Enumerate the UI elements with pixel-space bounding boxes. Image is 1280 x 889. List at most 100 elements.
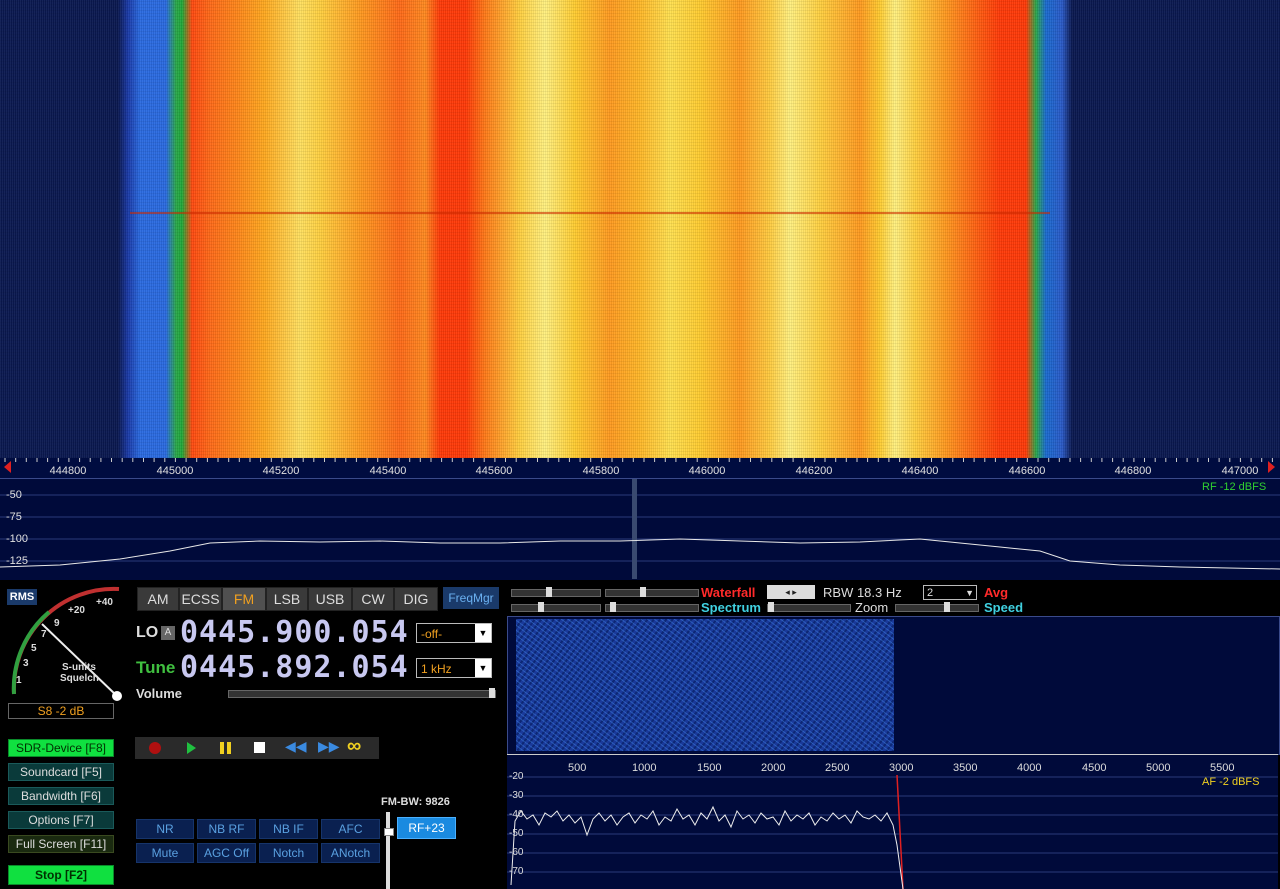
freq-tick-label: 446000 — [688, 465, 726, 477]
zoom-label: Zoom — [855, 600, 889, 615]
af-tick-label: 2500 — [825, 762, 850, 774]
spectrum-label: Spectrum — [701, 600, 761, 615]
tune-label: Tune — [136, 658, 176, 677]
spectrum-slider-2[interactable] — [605, 602, 699, 612]
lo-lock-badge[interactable]: A — [161, 626, 175, 640]
avg-label: Avg — [984, 585, 1009, 600]
af-db-label: -20 — [509, 771, 524, 782]
tune-marker — [632, 479, 637, 579]
volume-slider-thumb[interactable] — [489, 688, 495, 698]
record-icon[interactable] — [149, 742, 161, 754]
lo-label: LO — [136, 624, 159, 641]
af-db-label: -50 — [509, 828, 524, 839]
mode-lsb-button[interactable]: LSB — [266, 587, 308, 611]
rf-level-readout: RF -12 dBFS — [1202, 481, 1267, 493]
agc-button[interactable]: AGC Off — [197, 843, 256, 863]
af-waterfall-signal — [516, 619, 894, 751]
freq-tick-label: 445000 — [156, 465, 194, 477]
waterfall-arrows[interactable]: ◂ ▸ — [767, 585, 815, 599]
waterfall-texture — [0, 0, 1280, 458]
tune-frequency-display[interactable]: 0445.892.054 — [180, 650, 409, 685]
nb-if-button[interactable]: NB IF — [259, 819, 318, 839]
volume-label: Volume — [136, 686, 182, 701]
chevron-down-icon[interactable]: ▼ — [475, 659, 491, 677]
lo-step-select[interactable]: -off- ▼ — [416, 623, 492, 643]
soundcard-button[interactable]: Soundcard [F5] — [8, 763, 114, 781]
rf-db-label: -100 — [6, 533, 29, 545]
af-tick-label: 500 — [568, 762, 587, 774]
tune-step-select[interactable]: 1 kHz ▼ — [416, 658, 492, 678]
s-scale-label: 5 — [31, 643, 37, 654]
avg-value: 2 — [927, 587, 934, 599]
fm-bw-slider-thumb[interactable] — [384, 828, 394, 836]
waterfall-slider-2[interactable] — [605, 587, 699, 597]
af-db-label: -30 — [509, 790, 524, 801]
anotch-button[interactable]: ANotch — [321, 843, 380, 863]
speed-label: Speed — [984, 600, 1024, 615]
chevron-down-icon[interactable]: ▼ — [965, 586, 974, 601]
af-tick-label: 5000 — [1146, 762, 1171, 774]
s-scale-label: 7 — [41, 629, 47, 640]
pause-icon[interactable] — [220, 742, 224, 754]
chevron-down-icon[interactable]: ▼ — [475, 624, 491, 642]
speed-slider[interactable] — [895, 602, 979, 612]
freqmgr-button[interactable]: FreqMgr — [443, 587, 499, 609]
af-spectrum[interactable]: -20 -30 -40 -50 -60 -70 AF -2 dBFS — [507, 771, 1278, 889]
af-db-label: -60 — [509, 847, 524, 858]
mode-dig-button[interactable]: DIG — [394, 587, 438, 611]
freq-tick-label: 446800 — [1114, 465, 1152, 477]
s-scale-label: 3 — [23, 658, 29, 669]
fast-forward-icon[interactable]: ▶▶ — [318, 738, 340, 755]
rf-db-label: -75 — [6, 511, 22, 523]
af-tick-label: 3500 — [953, 762, 978, 774]
afc-button[interactable]: AFC — [321, 819, 380, 839]
nb-rf-button[interactable]: NB RF — [197, 819, 256, 839]
mode-ecss-button[interactable]: ECSS — [179, 587, 222, 611]
mode-cw-button[interactable]: CW — [352, 587, 394, 611]
af-spectrum-plot — [507, 775, 1278, 889]
s-meter-caption: S-units — [62, 662, 96, 673]
waterfall-marker-line — [130, 212, 1050, 214]
squelch-caption[interactable]: Squelch — [60, 673, 99, 684]
bandwidth-button[interactable]: Bandwidth [F6] — [8, 787, 114, 805]
volume-slider[interactable] — [228, 688, 496, 698]
mode-fm-button[interactable]: FM — [222, 587, 266, 611]
tune-step-value: 1 kHz — [421, 662, 452, 676]
notch-button[interactable]: Notch — [259, 843, 318, 863]
af-db-label: -40 — [509, 809, 524, 820]
rf-db-label: -125 — [6, 555, 29, 567]
af-tick-label: 4500 — [1082, 762, 1107, 774]
mode-am-button[interactable]: AM — [137, 587, 179, 611]
avg-select[interactable]: 2 ▼ — [923, 585, 977, 600]
full-screen-button[interactable]: Full Screen [F11] — [8, 835, 114, 853]
freq-tick-label: 446600 — [1008, 465, 1046, 477]
stop-button[interactable]: Stop [F2] — [8, 865, 114, 885]
rf-spectrum-plot — [0, 479, 1280, 579]
af-waterfall[interactable] — [507, 616, 1280, 755]
spectrum-slider-1[interactable] — [511, 602, 601, 612]
rf-spectrum[interactable]: -50 -75 -100 -125 RF -12 dBFS — [0, 478, 1280, 580]
play-icon[interactable] — [187, 742, 196, 754]
stop-icon[interactable] — [254, 742, 265, 753]
freq-tick-label: 445200 — [262, 465, 300, 477]
loop-icon[interactable]: ∞ — [347, 735, 361, 758]
zoom-slider[interactable] — [767, 602, 851, 612]
rf-spectrum-trace — [0, 538, 1280, 570]
options-button[interactable]: Options [F7] — [8, 811, 114, 829]
rbw-readout: RBW 18.3 Hz — [823, 585, 902, 600]
rf-gain-button[interactable]: RF+23 — [397, 817, 456, 839]
af-spectrum-trace — [510, 805, 904, 889]
sdr-device-button[interactable]: SDR-Device [F8] — [8, 739, 114, 757]
lo-frequency-display[interactable]: 0445.900.054 — [180, 615, 409, 650]
fm-bw-slider[interactable] — [384, 812, 394, 889]
waterfall-label: Waterfall — [701, 585, 756, 600]
freq-tick-label: 446400 — [901, 465, 939, 477]
nr-button[interactable]: NR — [136, 819, 194, 839]
recorder-toolbar: ◀◀ ▶▶ ∞ — [135, 735, 379, 759]
rewind-icon[interactable]: ◀◀ — [285, 738, 307, 755]
mode-usb-button[interactable]: USB — [308, 587, 352, 611]
freq-tick-label: 445600 — [475, 465, 513, 477]
af-tick-label: 1500 — [697, 762, 722, 774]
waterfall-slider-1[interactable] — [511, 587, 601, 597]
mute-button[interactable]: Mute — [136, 843, 194, 863]
